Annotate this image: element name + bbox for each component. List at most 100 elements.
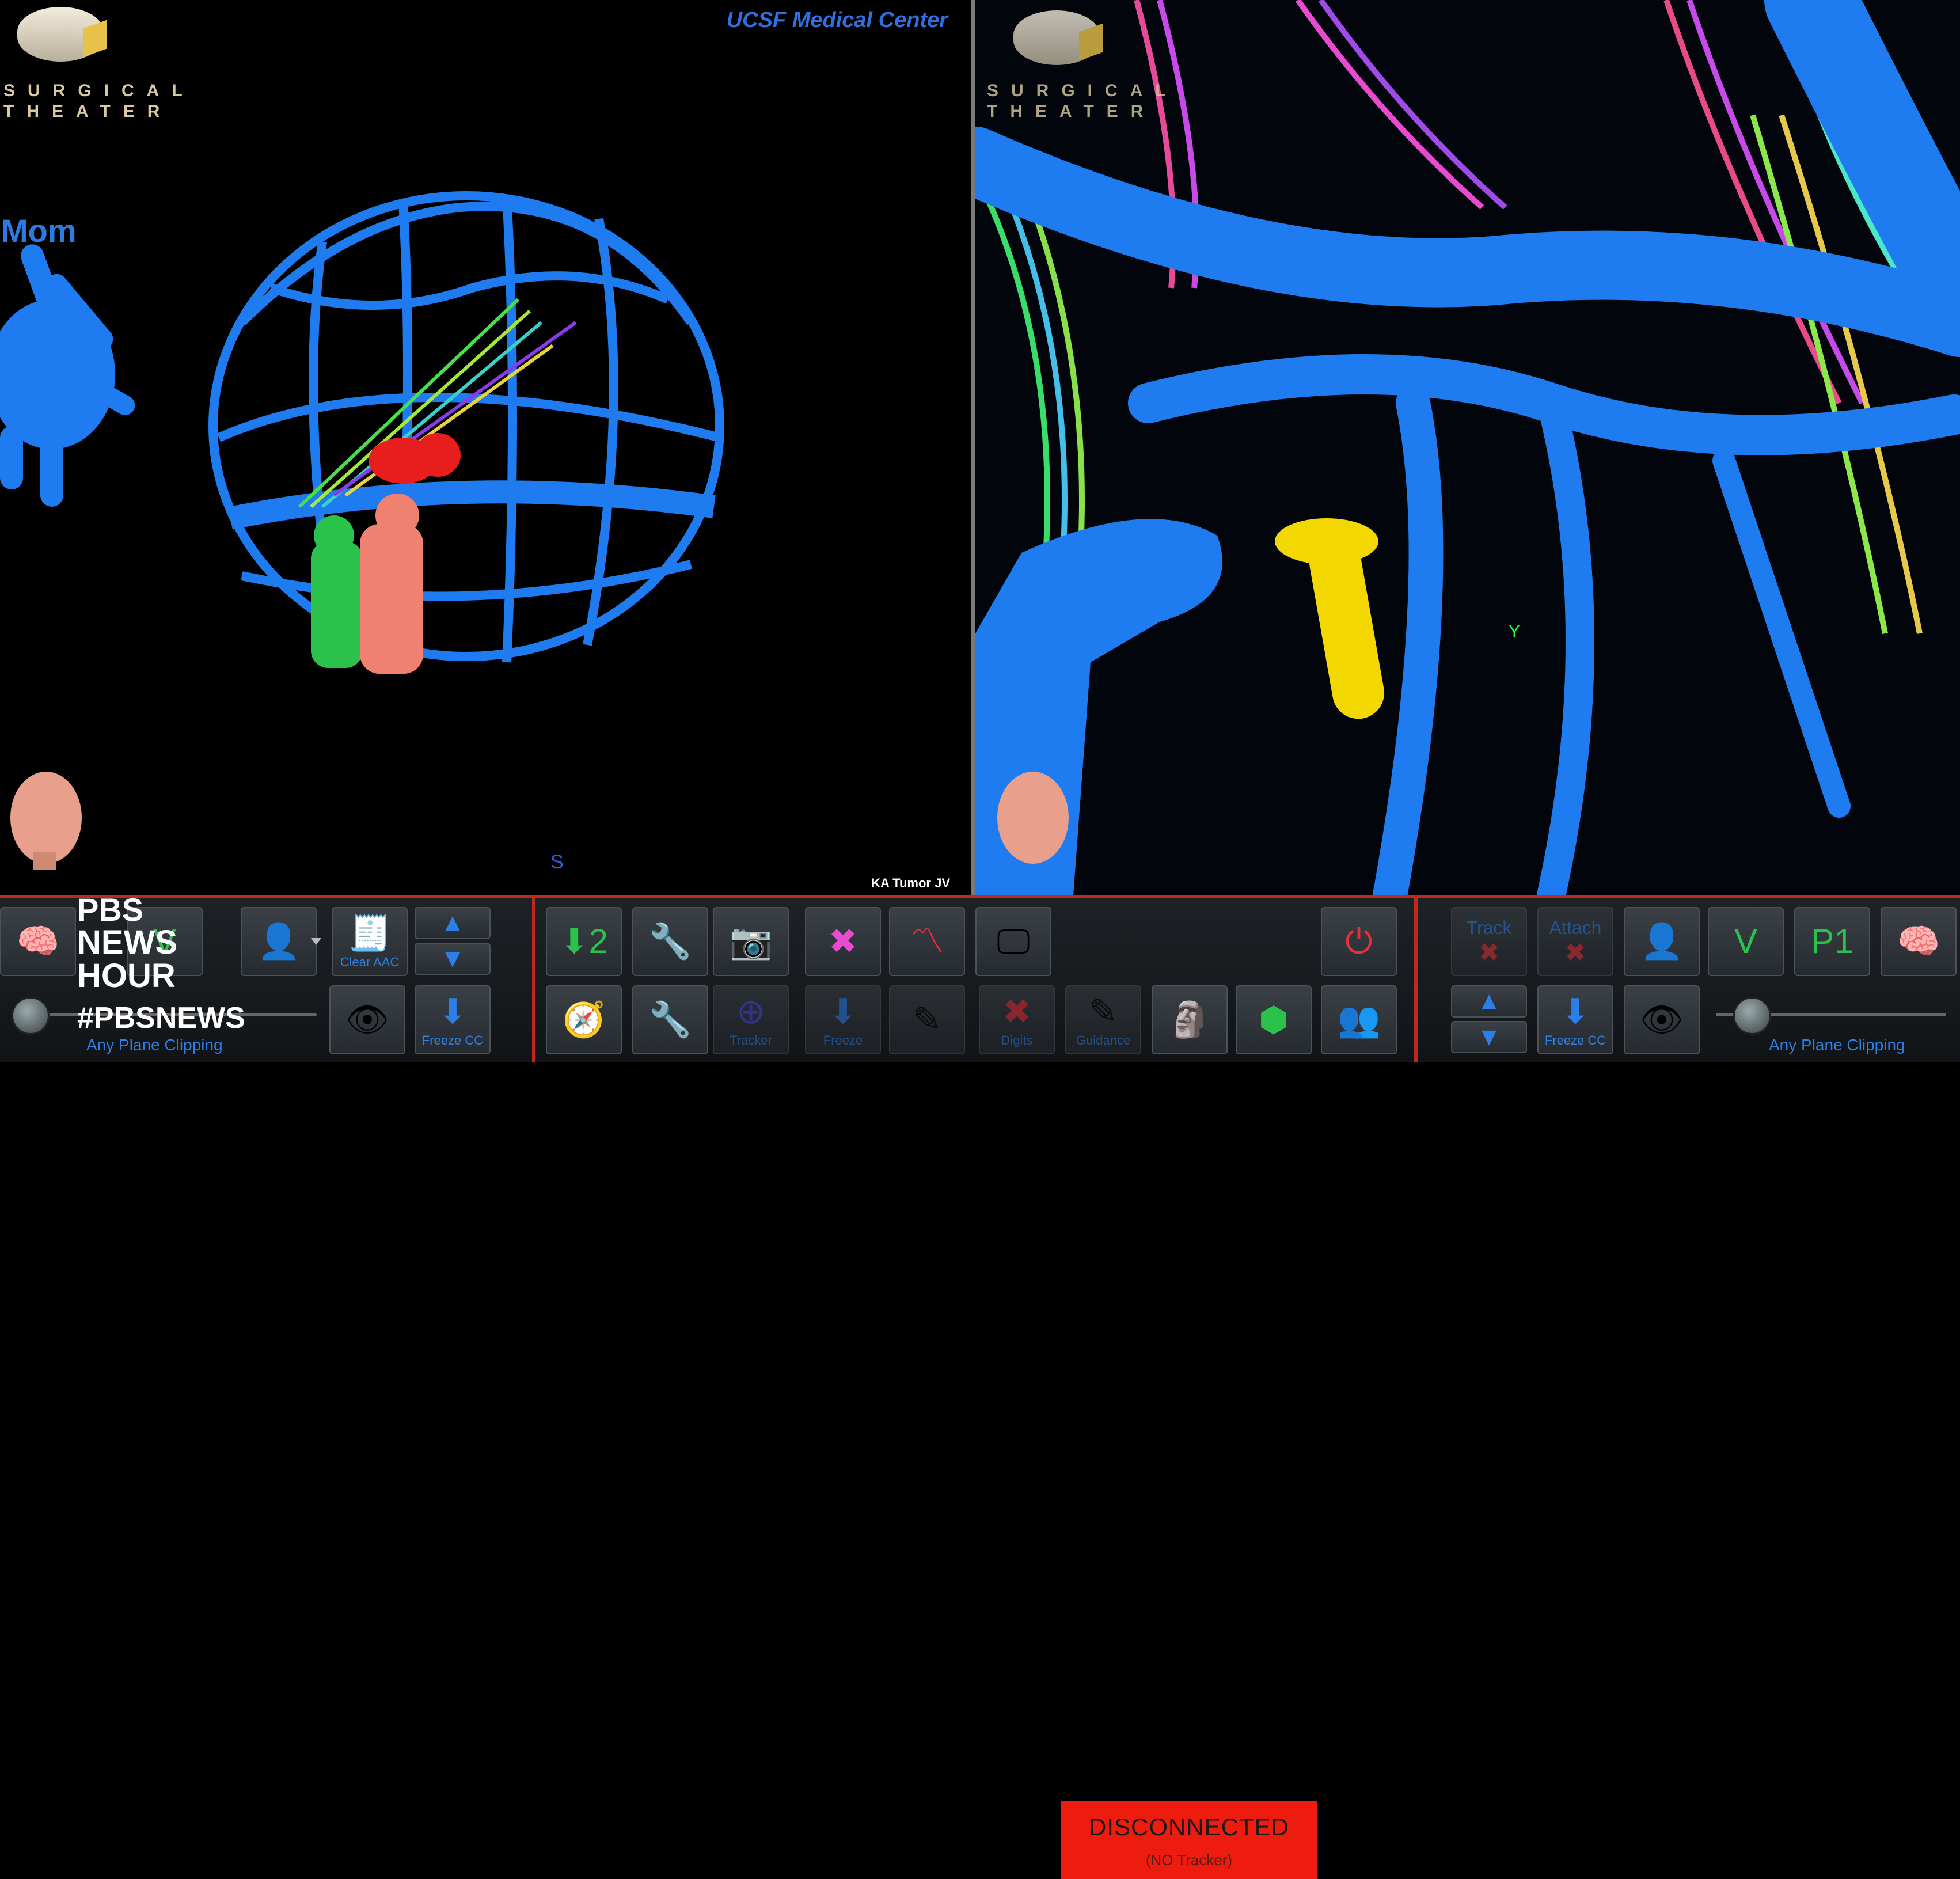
head-bust-icon-right: 👤 [1640,922,1684,961]
track-button[interactable]: Track ✖ [1451,907,1527,976]
face-color-icon: 🗿 [1168,1000,1211,1039]
move-up-button[interactable]: ▲ [415,907,491,939]
axis-marker-y: Y [1509,622,1521,641]
power-button[interactable]: ⏻ [1321,907,1397,976]
freeze-label: Freeze [823,1033,863,1047]
any-plane-clipping-label-left: Any Plane Clipping [86,1036,223,1054]
tracker-status-panel: DISCONNECTED (NO Tracker) [1061,1801,1317,1879]
path-node-button[interactable]: ⬢ [1236,985,1312,1054]
status-sub-text: (NO Tracker) [1145,1851,1233,1869]
clear-aac-label: Clear AAC [340,955,400,969]
head-view-button[interactable]: 👤 [241,907,317,976]
guidance-label: Guidance [1076,1033,1131,1047]
head-orientation-button-right[interactable]: 🧠 [1881,907,1957,976]
pbs-line-3: HOUR [77,957,176,994]
viewport-divider[interactable] [971,0,975,895]
guidance-button[interactable]: ✎ Guidance [1065,985,1141,1054]
path-graph-button[interactable]: 〽 [889,907,965,976]
step-download-button[interactable]: ⬇2 [546,907,622,976]
attach-label: Attach [1549,917,1602,938]
step-number: 2 [588,922,608,961]
scan-views-button[interactable]: 🖵 [975,907,1051,976]
brain-vessel-sphere [208,191,724,663]
pbs-hashtag: #PBSNEWS [77,1001,245,1035]
eye-icon: 👁 [345,1000,390,1039]
close-up-vessel-render [975,0,1960,895]
v-label: V [1734,922,1758,961]
head-view-dropdown-caret[interactable] [311,938,321,945]
vessel-network [975,0,1960,895]
right-3d-viewport[interactable]: SURGICAL THEATER [975,0,1960,895]
freeze-cc-button[interactable]: ⬇ Freeze CC [415,985,491,1054]
eye-icon-right: 👁 [1639,1000,1684,1039]
camera-button[interactable]: 📷 [713,907,789,976]
arrow-up-icon-right: ▲ [1476,987,1502,1015]
compass-icon: 🧭 [562,1000,606,1039]
tracker-label: Tracker [730,1033,772,1047]
attach-button[interactable]: Attach ✖ [1537,907,1613,976]
brand-logo-text-right: SURGICAL THEATER [987,81,1179,122]
brand-line-2-right: THEATER [987,102,1156,121]
path-graph-icon: 〽 [910,922,944,961]
arrow-down-icon-right: ▼ [1476,1023,1502,1051]
toolbar-separator-2 [1414,898,1418,1062]
face-color-button[interactable]: 🗿 [1152,985,1228,1054]
left-3d-viewport[interactable]: SURGICAL THEATER UCSF Medical Center Mom [0,0,971,895]
probe-icon: ✎ [912,1000,942,1039]
track-off-icon: ✖ [1478,938,1500,967]
scan-views-icon: 🖵 [997,922,1030,961]
head-view-button-right[interactable]: 👤 [1624,907,1700,976]
path-node-icon: ⬢ [1258,1000,1289,1039]
pbs-line-1: PBS [77,891,144,928]
wrench-button[interactable]: 🔧 [632,985,708,1054]
freeze-cc-button-right[interactable]: ⬇ Freeze CC [1537,985,1613,1054]
clear-aac-icon: 🧾 [348,914,392,952]
eye-visibility-button-left[interactable]: 👁 [329,985,405,1054]
compass-button[interactable]: 🧭 [546,985,622,1054]
digits-label: Digits [1001,1033,1033,1047]
move-up-button-right[interactable]: ▲ [1451,985,1527,1018]
pbs-newshour-watermark: PBS NEWS HOUR #PBSNEWS [77,891,245,1035]
arrow-down-freeze-icon: ⬇ [438,992,468,1031]
status-main-text: DISCONNECTED [1088,1813,1290,1840]
power-icon: ⏻ [1345,922,1373,961]
freeze-cc-label: Freeze CC [421,1033,484,1047]
avatar-figures [311,494,423,674]
brain-vessel-render [0,191,724,870]
guidance-icon: ✎ [1088,992,1118,1031]
probe-button[interactable]: ✎ [889,985,965,1054]
head-orientation-button[interactable]: 🧠 [0,907,76,976]
dual-head-icon: 👥 [1337,1000,1381,1039]
surgical-pointer-tool [1275,518,1384,719]
orientation-head-icon [10,772,82,870]
move-down-button-right[interactable]: ▼ [1451,1021,1527,1053]
camera-icon: 📷 [729,922,773,961]
download-icon: ⬇2 [560,922,608,961]
digits-button[interactable]: ✖ Digits [979,985,1055,1054]
p1-label: P1 [1811,922,1853,961]
view-v-button[interactable]: V [1708,907,1784,976]
track-label: Track [1466,917,1512,938]
freeze-cc-label-right: Freeze CC [1544,1033,1606,1047]
eye-visibility-button-right[interactable]: 👁 [1624,985,1700,1054]
digits-icon: ✖ [1002,992,1032,1031]
tracker-button[interactable]: ⊕ Tracker [713,985,789,1054]
head-icon-right: 🧠 [1897,922,1940,961]
wrench-mesh-icon: 🔧 [648,922,692,961]
clear-points-button[interactable]: ✖ [805,907,881,976]
clear-aac-button[interactable]: 🧾 Clear AAC [332,907,408,976]
toolbar-separator-1 [532,898,535,1062]
freeze-arrow-icon: ⬇ [828,992,858,1031]
move-down-button[interactable]: ▼ [415,943,491,975]
freeze-cc-arrow-icon: ⬇ [1560,992,1590,1031]
attach-off-icon: ✖ [1564,938,1586,967]
head-icon: 🧠 [16,922,60,961]
dual-head-button[interactable]: 👥 [1321,985,1397,1054]
clipping-slider-knob[interactable] [12,997,50,1035]
preset-p1-button[interactable]: P1 [1794,907,1870,976]
mesh-tool-button[interactable]: 🔧 [632,907,708,976]
tracker-icon: ⊕ [736,992,766,1031]
brand-line-1-right: SURGICAL [987,81,1179,100]
clipping-slider-knob-right[interactable] [1733,997,1771,1035]
freeze-button[interactable]: ⬇ Freeze [805,985,881,1054]
